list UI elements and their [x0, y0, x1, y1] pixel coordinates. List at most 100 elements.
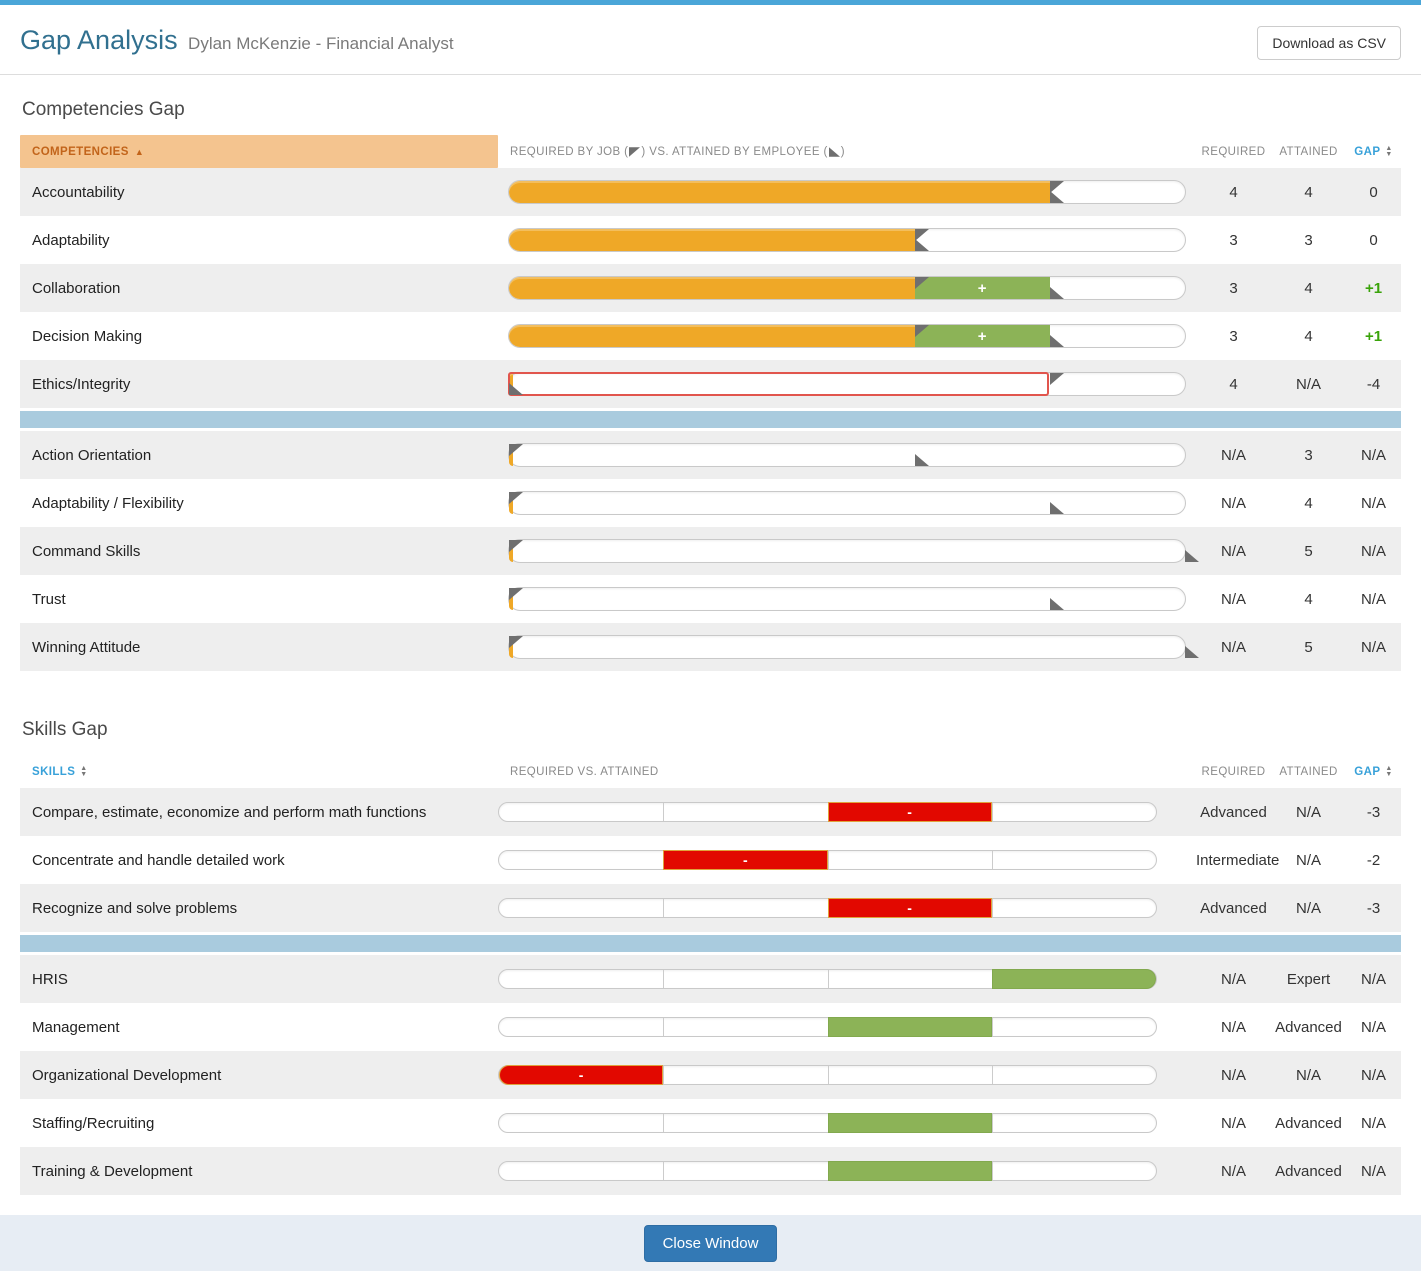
segment-divider — [992, 1162, 993, 1180]
required-value: N/A — [1196, 495, 1271, 512]
bar-cell — [498, 491, 1196, 515]
required-value: Intermediate — [1196, 852, 1271, 869]
table-row: Compare, estimate, economize and perform… — [20, 788, 1401, 836]
section-divider — [20, 411, 1401, 428]
bar-cell: - — [498, 898, 1196, 918]
segment-divider — [663, 1018, 664, 1036]
attained-green-block — [992, 969, 1156, 989]
bottom-spacer — [0, 1271, 1421, 1287]
bar-cell — [498, 180, 1196, 204]
segment-divider — [828, 851, 829, 869]
gap-sort-header[interactable]: GAP ▲▼ — [1346, 755, 1401, 788]
gap-bar: + — [508, 324, 1186, 348]
skills-table-header: SKILLS ▲▼ REQUIRED VS. ATTAINED REQUIRED… — [20, 755, 1401, 788]
competencies-table-header: COMPETENCIES ▲ REQUIRED BY JOB () VS. AT… — [20, 135, 1401, 168]
required-value: N/A — [1196, 639, 1271, 656]
table-row: Decision Making+34+1 — [20, 312, 1401, 360]
required-column-header: REQUIRED — [1196, 135, 1271, 168]
segment-divider — [663, 1162, 664, 1180]
close-window-button[interactable]: Close Window — [644, 1225, 778, 1262]
gap-bar — [508, 372, 1186, 396]
competency-label: Command Skills — [20, 543, 498, 560]
bar-cell: + — [498, 276, 1196, 300]
competencies-table-body: Accountability440Adaptability330Collabor… — [20, 168, 1401, 671]
required-marker-icon — [509, 444, 523, 456]
table-row: Collaboration+34+1 — [20, 264, 1401, 312]
bar-cell — [498, 539, 1196, 563]
table-row: HRISN/AExpertN/A — [20, 955, 1401, 1003]
segment-divider — [663, 1066, 664, 1084]
gap-value: N/A — [1346, 447, 1401, 464]
segment-divider — [992, 803, 993, 821]
gap-value: N/A — [1346, 639, 1401, 656]
table-row: Trust N/A4N/A — [20, 575, 1401, 623]
gap-bar — [508, 180, 1186, 204]
competency-label: Adaptability / Flexibility — [20, 495, 498, 512]
bar-cell: - — [498, 1065, 1196, 1085]
gap-bar: - — [498, 1065, 1157, 1085]
competency-label: Trust — [20, 591, 498, 608]
attained-value: 4 — [1271, 591, 1346, 608]
table-row: Winning AttitudeN/A5N/A — [20, 623, 1401, 671]
required-value: 3 — [1196, 328, 1271, 345]
attained-marker-icon — [1185, 550, 1199, 562]
gap-value: N/A — [1346, 1019, 1401, 1036]
attained-value: 3 — [1271, 447, 1346, 464]
gap-bar: - — [498, 898, 1157, 918]
attained-value: 4 — [1271, 328, 1346, 345]
gap-bar — [498, 1017, 1157, 1037]
orange-fill — [509, 325, 915, 347]
table-row: Staffing/RecruitingN/AAdvancedN/A — [20, 1099, 1401, 1147]
orange-fill — [509, 181, 1050, 203]
gap-bar: - — [498, 850, 1157, 870]
skills-bar-header: REQUIRED VS. ATTAINED — [498, 755, 1196, 788]
gap-value: N/A — [1346, 591, 1401, 608]
bar-cell — [498, 443, 1196, 467]
required-value: N/A — [1196, 543, 1271, 560]
attained-value: 5 — [1271, 543, 1346, 560]
attained-value: N/A — [1271, 1067, 1346, 1084]
gap-value: 0 — [1346, 232, 1401, 249]
sort-both-icon: ▲▼ — [1385, 146, 1392, 158]
competencies-sort-header[interactable]: COMPETENCIES ▲ — [20, 135, 498, 168]
skills-table-body: Compare, estimate, economize and perform… — [20, 788, 1401, 1195]
gap-bar — [508, 491, 1186, 515]
competency-label: Adaptability — [20, 232, 498, 249]
segment-divider — [992, 1114, 993, 1132]
skill-label: Training & Development — [20, 1163, 498, 1180]
gap-header-label: GAP — [1354, 146, 1380, 158]
required-value: N/A — [1196, 591, 1271, 608]
deficit-red-block: - — [499, 1065, 663, 1085]
gap-value: +1 — [1346, 280, 1401, 297]
required-marker-icon — [915, 277, 929, 289]
deficit-red-outline — [508, 372, 1049, 396]
deficit-red-block: - — [828, 898, 992, 918]
bar-cell — [498, 969, 1196, 989]
gap-value: -2 — [1346, 852, 1401, 869]
attained-value: 4 — [1271, 184, 1346, 201]
segment-divider — [992, 1066, 993, 1084]
gap-bar — [498, 969, 1157, 989]
gap-bar — [508, 587, 1186, 611]
sort-both-icon: ▲▼ — [1385, 766, 1392, 778]
required-marker-icon — [509, 492, 523, 504]
attained-marker-icon — [1185, 646, 1199, 658]
required-marker-icon — [509, 636, 523, 648]
gap-sort-header[interactable]: GAP ▲▼ — [1346, 135, 1401, 168]
skill-label: Concentrate and handle detailed work — [20, 852, 498, 869]
footer-band: Close Window — [0, 1215, 1421, 1271]
attained-value: 4 — [1271, 495, 1346, 512]
skills-sort-header[interactable]: SKILLS ▲▼ — [20, 755, 498, 788]
table-row: Organizational Development-N/AN/AN/A — [20, 1051, 1401, 1099]
download-csv-button[interactable]: Download as CSV — [1257, 26, 1401, 60]
attained-green-block — [828, 1161, 992, 1181]
gap-header-label: GAP — [1354, 766, 1380, 778]
gap-value: N/A — [1346, 495, 1401, 512]
attained-value: Advanced — [1271, 1163, 1346, 1180]
segment-divider — [992, 851, 993, 869]
attained-value: 5 — [1271, 639, 1346, 656]
attained-value: Advanced — [1271, 1115, 1346, 1132]
required-value: N/A — [1196, 1163, 1271, 1180]
required-value: N/A — [1196, 971, 1271, 988]
orange-fill — [509, 277, 915, 299]
